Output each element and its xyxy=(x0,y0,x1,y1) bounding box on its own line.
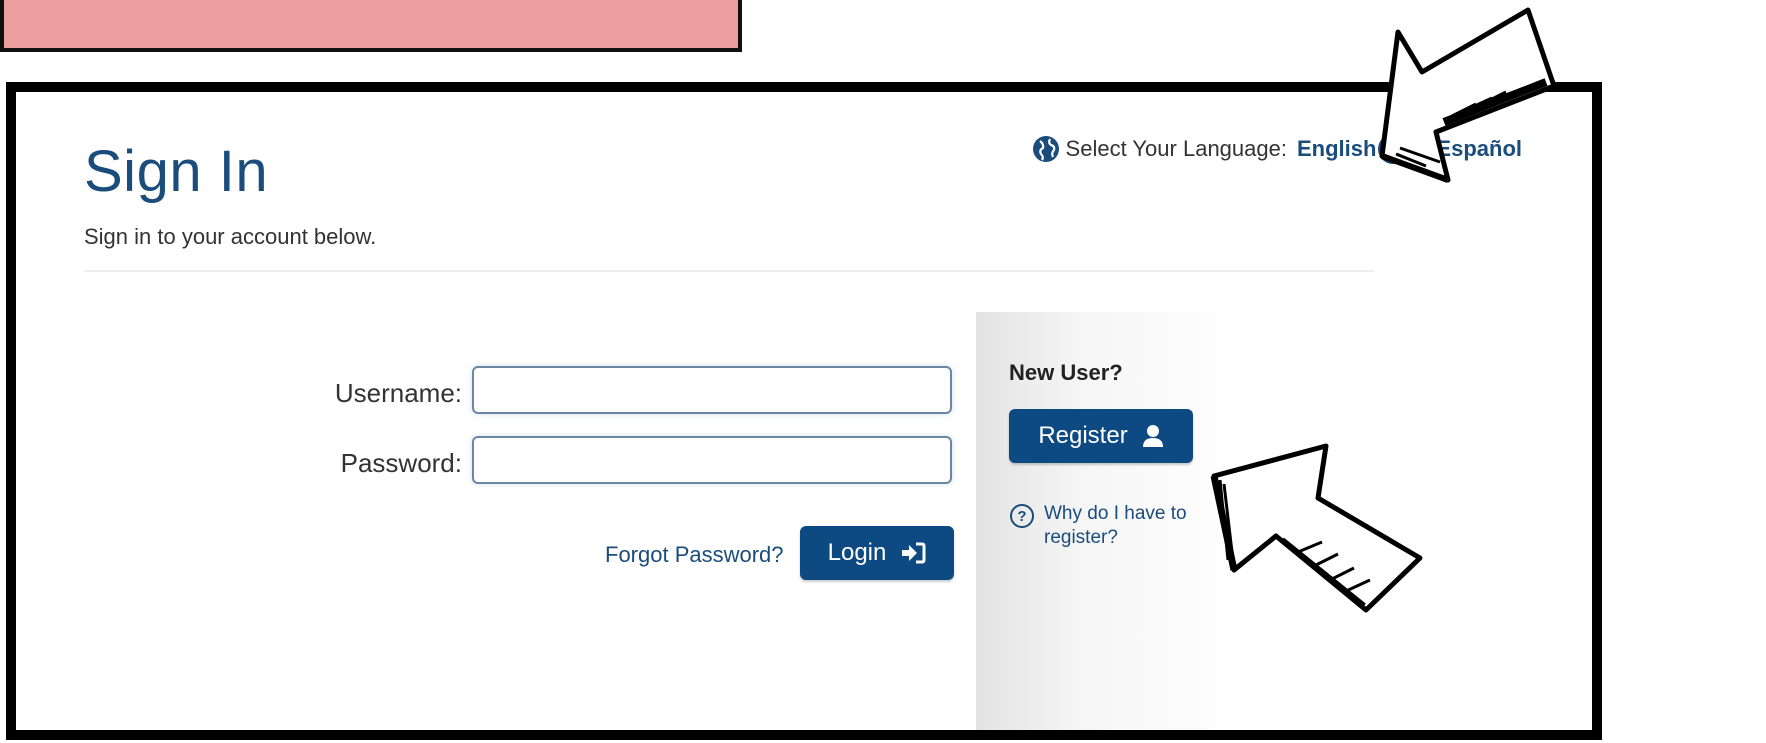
why-register-text: Why do I have to register? xyxy=(1044,503,1187,548)
why-register-link[interactable]: ? Why do I have to register? xyxy=(1010,502,1214,550)
password-label: Password: xyxy=(340,448,462,478)
divider xyxy=(84,270,1374,272)
globe-icon xyxy=(1032,136,1059,162)
arrow-top-right-icon xyxy=(1379,7,1557,183)
page-subtitle: Sign in to your account below. xyxy=(84,224,377,249)
username-input[interactable] xyxy=(472,366,952,414)
language-label: Select Your Language: xyxy=(1065,136,1287,161)
login-button[interactable]: Login xyxy=(800,526,954,580)
page-title: Sign In xyxy=(84,139,269,204)
pink-banner xyxy=(0,0,742,52)
arrow-bottom-right-icon xyxy=(1210,443,1423,613)
sign-in-icon xyxy=(902,542,926,564)
user-icon xyxy=(1142,425,1163,447)
question-circle-icon: ? xyxy=(1010,504,1034,528)
register-button[interactable]: Register xyxy=(1009,409,1193,463)
forgot-password-link[interactable]: Forgot Password? xyxy=(605,542,784,568)
new-user-heading: New User? xyxy=(1009,360,1123,385)
register-button-label: Register xyxy=(1038,422,1128,449)
login-button-label: Login xyxy=(827,539,887,566)
password-input[interactable] xyxy=(472,436,952,484)
username-label: Username: xyxy=(334,378,462,408)
